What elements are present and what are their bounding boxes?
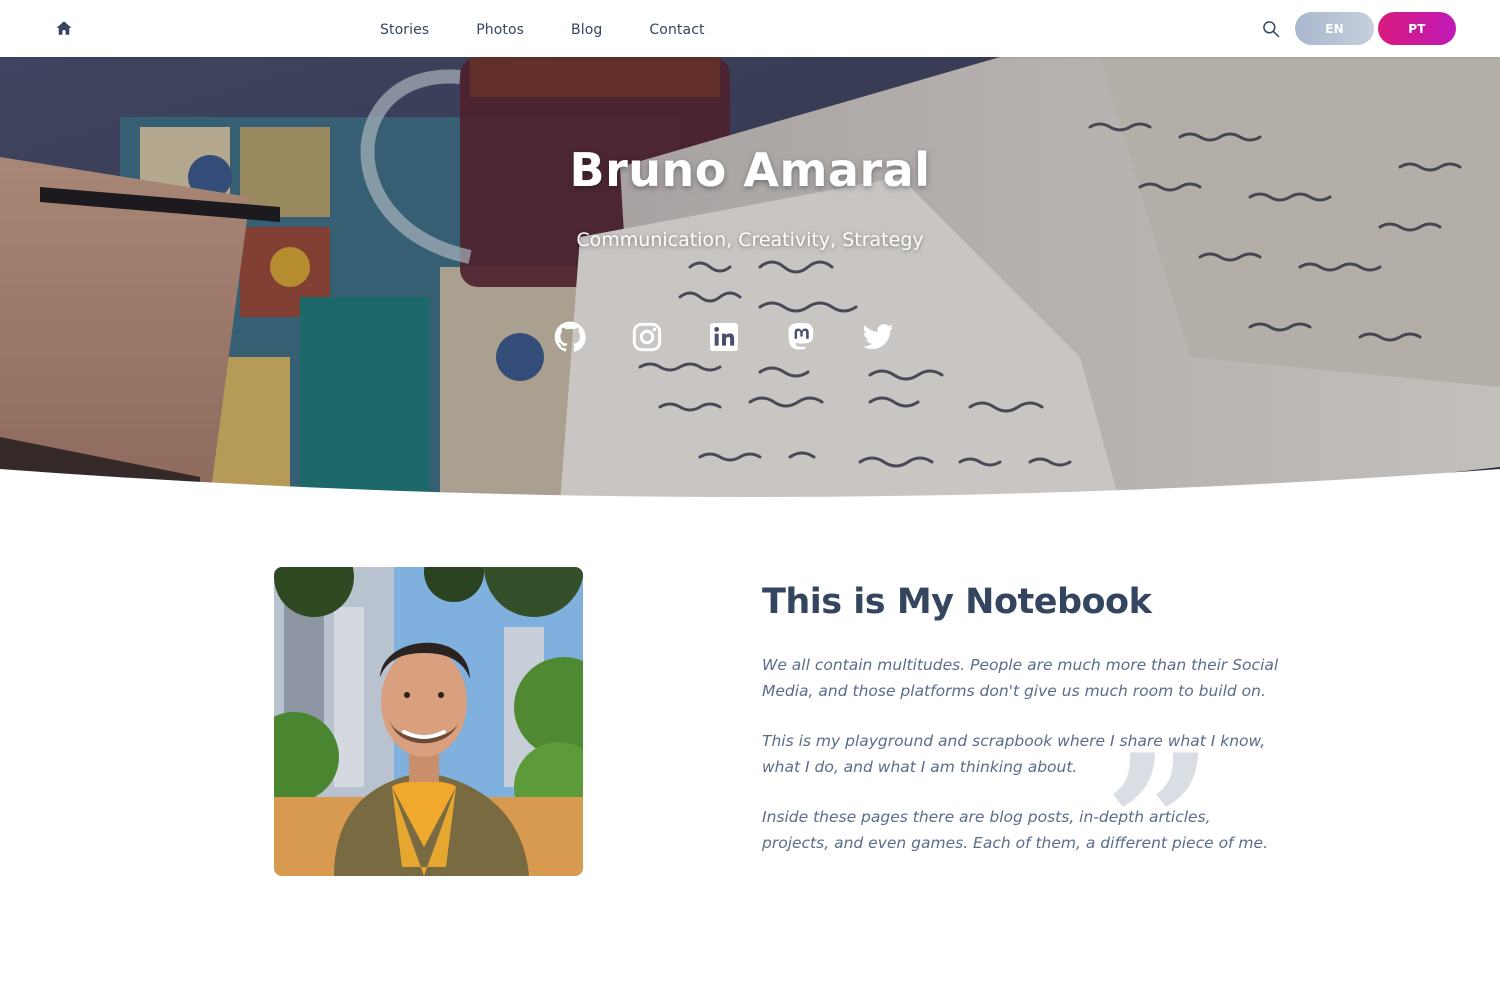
instagram-icon <box>632 322 662 352</box>
social-links <box>554 321 894 353</box>
hero-bottom-wave <box>0 469 1500 503</box>
about-heading: This is My Notebook <box>762 582 1152 622</box>
twitter-icon <box>862 324 894 350</box>
twitter-link[interactable] <box>862 321 894 353</box>
author-portrait <box>274 567 583 876</box>
hero-banner: Bruno Amaral Communication, Creativity, … <box>0 57 1500 503</box>
mastodon-icon <box>788 323 814 350</box>
about-paragraph: We all contain multitudes. People are mu… <box>762 656 1279 700</box>
language-pt-button[interactable]: PT <box>1378 12 1456 45</box>
nav-item-blog[interactable]: Blog <box>571 22 602 38</box>
instagram-link[interactable] <box>631 321 663 353</box>
linkedin-link[interactable] <box>708 321 740 353</box>
about-paragraph: Inside these pages there are blog posts,… <box>762 808 1268 852</box>
about-paragraph: This is my playground and scrapbook wher… <box>762 732 1266 776</box>
about-text: We all contain multitudes. People are mu… <box>762 652 1282 880</box>
language-en-button[interactable]: EN <box>1295 12 1374 45</box>
search-button[interactable] <box>1261 19 1281 39</box>
author-photo <box>274 567 583 876</box>
search-icon <box>1263 21 1280 38</box>
hero-overlay <box>0 57 1500 503</box>
hero-subtitle: Communication, Creativity, Strategy <box>576 229 924 251</box>
top-navbar: Stories Photos Blog Contact EN PT <box>0 0 1500 57</box>
home-link[interactable] <box>55 19 73 37</box>
hero-title: Bruno Amaral <box>569 143 931 197</box>
nav-item-stories[interactable]: Stories <box>380 22 429 38</box>
linkedin-icon <box>710 323 738 351</box>
mastodon-link[interactable] <box>785 321 817 353</box>
github-icon <box>554 321 586 352</box>
github-link[interactable] <box>554 321 586 353</box>
nav-item-contact[interactable]: Contact <box>649 22 704 38</box>
main-menu: Stories Photos Blog Contact <box>380 0 705 57</box>
nav-item-photos[interactable]: Photos <box>476 22 524 38</box>
home-icon <box>56 21 72 35</box>
